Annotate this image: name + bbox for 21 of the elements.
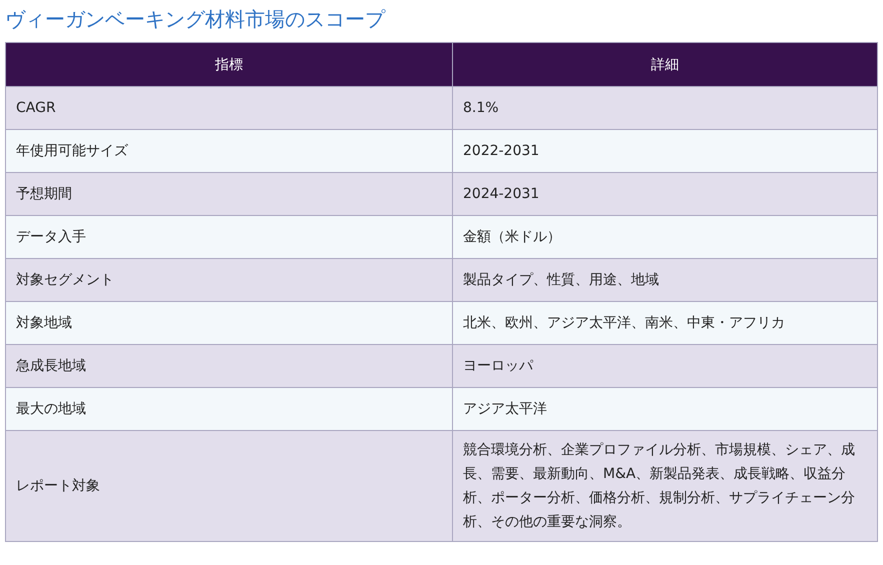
table-cell: データ入手 [6,216,452,258]
table-cell: ヨーロッパ [452,344,878,388]
table-cell: CAGR [6,86,452,130]
page-title: ヴィーガンベーキング材料市場のスコープ [5,6,386,32]
table-cell: 急成長地域 [6,344,452,388]
table-cell: 8.1% [452,86,878,130]
table-cell: 予想期間 [6,172,452,216]
column-header: 指標 [6,42,452,86]
table-cell: 金額（米ドル） [452,216,878,258]
table-cell: 製品タイプ、性質、用途、地域 [452,258,878,302]
table-cell: 競合環境分析、企業プロファイル分析、市場規模、シェア、成長、需要、最新動向、M&A、新製品発表、成長戦略、収益分析、ポーター分析、価格分析、規制分析、サプライチェーン分析、その他の重要な洞察。 [452,430,878,542]
table-cell: 北米、欧州、アジア太平洋、南米、中東・アフリカ [452,302,878,344]
table-cell: アジア太平洋 [452,388,878,430]
table-cell: 2024-2031 [452,172,878,216]
table-cell: 最大の地域 [6,388,452,430]
table-cell: レポート対象 [6,430,452,542]
table-cell: 年使用可能サイズ [6,130,452,172]
table-cell: 対象セグメント [6,258,452,302]
table-cell: 対象地域 [6,302,452,344]
table-cell: 2022-2031 [452,130,878,172]
column-header: 詳細 [452,42,878,86]
